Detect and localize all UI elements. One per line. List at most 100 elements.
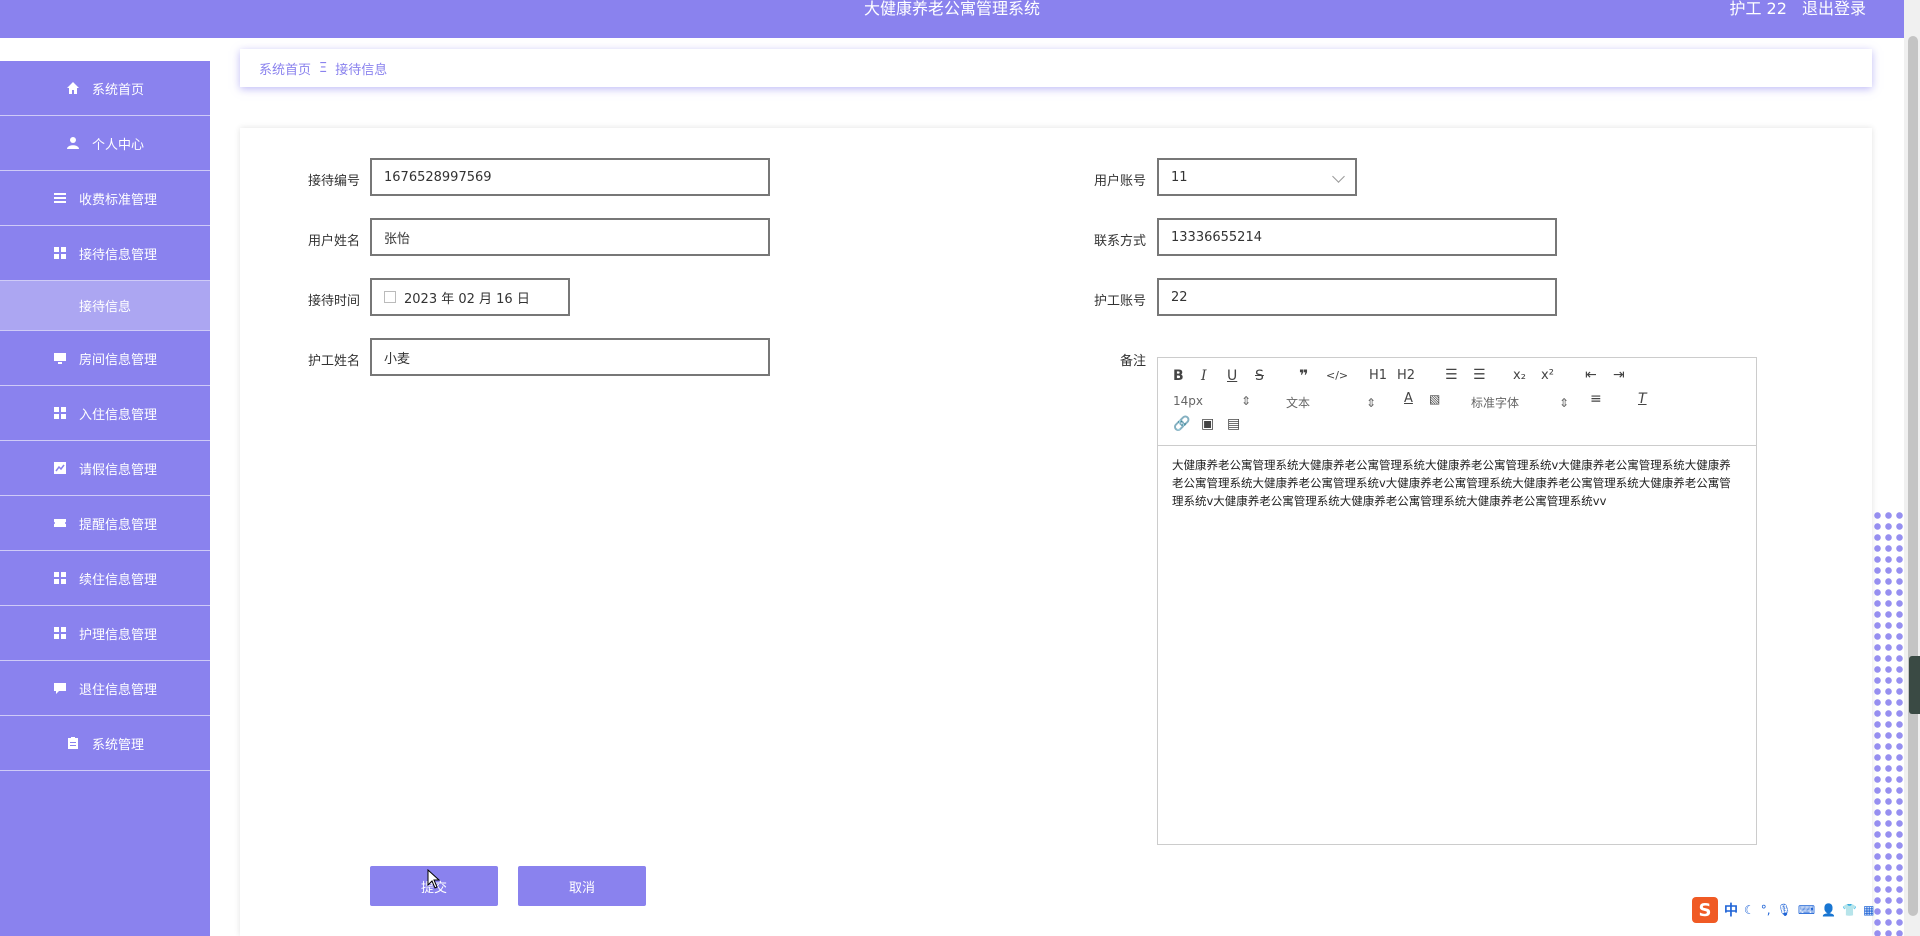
side-handle[interactable]	[1909, 656, 1920, 714]
reception-no-input[interactable]: 1676528997569	[370, 158, 770, 196]
breadcrumb-separator: Ξ	[319, 60, 328, 76]
mouse-cursor-icon	[427, 869, 441, 889]
top-bar: 大健康养老公寓管理系统 护工 22 退出登录	[0, 0, 1904, 38]
sidebar-item-label: 提醒信息管理	[78, 517, 157, 533]
monitor-icon	[53, 353, 66, 364]
sidebar-item-checkout-management[interactable]: 退住信息管理	[0, 661, 210, 716]
blockquote-icon[interactable]: ❞	[1299, 366, 1308, 385]
nurse-name-label: 护工姓名	[307, 354, 360, 369]
block-type-select[interactable]: 文本 ⇕	[1286, 394, 1376, 411]
sidebar-item-label: 入住信息管理	[78, 407, 157, 423]
sidebar-item-reminder-management[interactable]: 提醒信息管理	[0, 496, 210, 551]
breadcrumb-home[interactable]: 系统首页	[259, 59, 311, 78]
heading1-icon[interactable]: H1	[1369, 368, 1387, 383]
sidebar-item-nursing-management[interactable]: 护理信息管理	[0, 606, 210, 661]
sidebar-item-room-management[interactable]: 房间信息管理	[0, 331, 210, 386]
sidebar-item-extension-management[interactable]: 续住信息管理	[0, 551, 210, 606]
block-type-value: 文本	[1286, 396, 1311, 410]
font-family-select[interactable]: 标准字体 ⇕	[1471, 394, 1569, 411]
contact-input[interactable]: 13336655214	[1157, 218, 1557, 256]
superscript-icon[interactable]: x²	[1541, 368, 1554, 383]
keyboard-icon[interactable]: ⌨	[1798, 903, 1815, 917]
scrollbar-thumb[interactable]	[1908, 36, 1918, 916]
sidebar-item-checkin-management[interactable]: 入住信息管理	[0, 386, 210, 441]
nurse-account-input[interactable]: 22	[1157, 278, 1557, 316]
subscript-icon[interactable]: x₂	[1513, 368, 1526, 383]
nurse-name-input[interactable]: 小麦	[370, 338, 770, 376]
chat-icon	[53, 683, 66, 694]
user-account-select[interactable]: 11	[1157, 158, 1357, 196]
app-title: 大健康养老公寓管理系统	[863, 0, 1040, 18]
sidebar-item-fee-standard[interactable]: 收费标准管理	[0, 171, 210, 226]
ticket-icon	[53, 519, 66, 527]
sidebar-item-label: 个人中心	[91, 137, 144, 153]
breadcrumb-current: 接待信息	[335, 62, 388, 78]
user-name-label: 用户姓名	[307, 234, 360, 249]
sidebar-item-reception-management[interactable]: 接待信息管理	[0, 226, 210, 281]
user-account-label: 用户账号	[1093, 174, 1146, 189]
grid-icon	[53, 627, 66, 639]
user-icon	[66, 137, 79, 149]
font-color-icon[interactable]: A	[1404, 391, 1413, 406]
underline-icon[interactable]: U	[1227, 368, 1237, 384]
link-icon[interactable]: 🔗	[1173, 416, 1190, 432]
image-icon[interactable]: ▣	[1201, 416, 1214, 432]
remark-editor: B I U S ❞ </> H1 H2 ☰ ☰ x₂ x² ⇤ ⇥ 14px ⇕ …	[1157, 357, 1757, 845]
editor-content[interactable]: 大健康养老公寓管理系统大健康养老公寓管理系统大健康养老公寓管理系统v大健康养老公…	[1158, 446, 1756, 520]
font-size-select[interactable]: 14px ⇕	[1173, 394, 1251, 408]
sidebar: 系统首页 个人中心 收费标准管理 接待信息管理 接待信息 房间信息管理 入住信息…	[0, 61, 210, 936]
sidebar-item-label: 系统首页	[91, 82, 144, 98]
video-icon[interactable]: ▤	[1227, 416, 1240, 432]
sidebar-item-profile[interactable]: 个人中心	[0, 116, 210, 171]
user-area: 护工 22 退出登录	[1719, 0, 1866, 17]
shirt-icon[interactable]: 👕	[1842, 903, 1857, 917]
grid-icon[interactable]: ▦	[1863, 903, 1874, 917]
logout-link[interactable]: 退出登录	[1802, 0, 1866, 18]
ime-logo-icon[interactable]: S	[1692, 897, 1718, 923]
sidebar-subitem-reception-info[interactable]: 接待信息	[0, 281, 210, 331]
ordered-list-icon[interactable]: ☰	[1445, 367, 1458, 383]
punctuation-icon[interactable]: °,	[1761, 903, 1771, 917]
clear-format-icon[interactable]: T	[1638, 391, 1647, 407]
sidebar-item-label: 接待信息	[78, 300, 131, 315]
home-icon	[66, 82, 79, 94]
scrollbar[interactable]	[1904, 0, 1920, 936]
sidebar-item-system-management[interactable]: 系统管理	[0, 716, 210, 771]
background-color-icon[interactable]: ▧	[1429, 392, 1440, 406]
align-icon[interactable]: ≡	[1590, 391, 1602, 407]
outdent-icon[interactable]: ⇤	[1585, 367, 1597, 383]
heading2-icon[interactable]: H2	[1397, 368, 1415, 383]
sidebar-item-leave-management[interactable]: 请假信息管理	[0, 441, 210, 496]
sidebar-item-home[interactable]: 系统首页	[0, 61, 210, 116]
microphone-icon[interactable]: 🎙	[1777, 903, 1792, 917]
contact-label: 联系方式	[1093, 234, 1146, 249]
editor-toolbar: B I U S ❞ </> H1 H2 ☰ ☰ x₂ x² ⇤ ⇥ 14px ⇕ …	[1158, 358, 1756, 446]
ime-mode[interactable]: 中	[1724, 900, 1738, 920]
font-size-value: 14px	[1173, 394, 1203, 408]
ime-toolbar: S 中 ☾ °, 🎙 ⌨ 👤 👕 ▦	[1692, 897, 1920, 923]
bullet-list-icon[interactable]: ☰	[1473, 367, 1486, 383]
grid-icon	[53, 572, 66, 584]
bold-icon[interactable]: B	[1173, 368, 1184, 384]
user-name-input[interactable]: 张怡	[370, 218, 770, 256]
nurse-account-label: 护工账号	[1093, 294, 1146, 309]
moon-icon[interactable]: ☾	[1744, 903, 1755, 917]
clipboard-icon	[67, 737, 78, 749]
sidebar-item-label: 房间信息管理	[78, 352, 157, 368]
sidebar-item-label: 续住信息管理	[78, 572, 157, 588]
code-icon[interactable]: </>	[1326, 369, 1348, 382]
strikethrough-icon[interactable]: S	[1255, 368, 1264, 384]
reception-time-picker[interactable]: 2023 年 02 月 16 日	[370, 278, 570, 316]
grid-icon	[53, 247, 66, 259]
grid-icon	[53, 407, 66, 419]
user-account-value: 11	[1171, 169, 1188, 185]
reception-time-value: 2023 年 02 月 16 日	[404, 291, 530, 307]
cancel-button[interactable]: 取消	[518, 866, 646, 906]
font-family-value: 标准字体	[1471, 396, 1520, 410]
sidebar-item-label: 收费标准管理	[78, 192, 157, 208]
italic-icon[interactable]: I	[1201, 368, 1207, 384]
user-icon[interactable]: 👤	[1821, 903, 1836, 917]
indent-icon[interactable]: ⇥	[1613, 367, 1625, 383]
chevron-down-icon	[1332, 170, 1345, 183]
breadcrumb: 系统首页 Ξ 接待信息	[240, 49, 1872, 87]
